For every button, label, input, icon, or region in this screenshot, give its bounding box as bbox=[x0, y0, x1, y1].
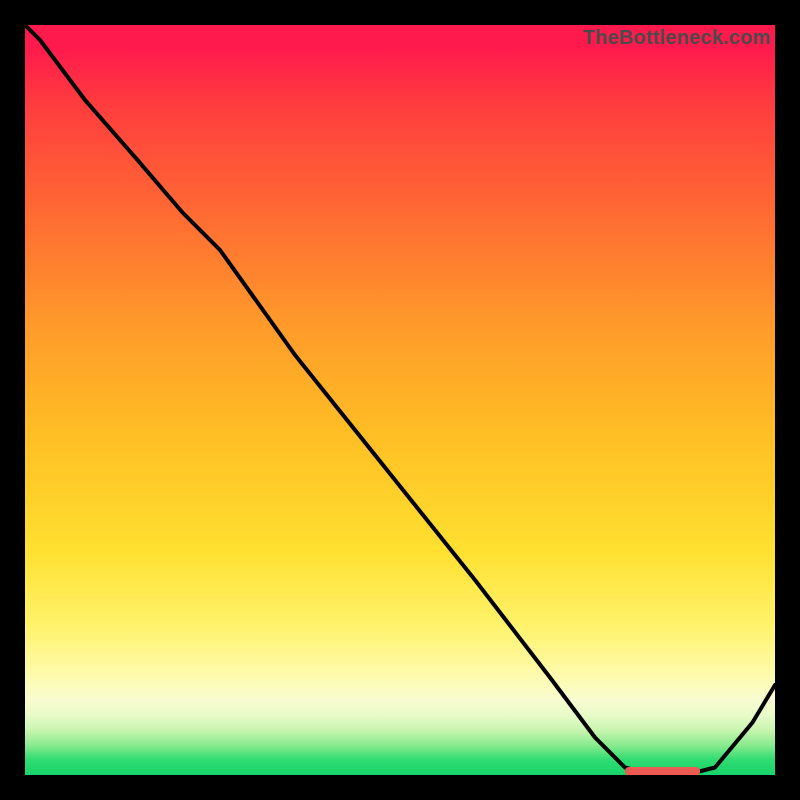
optimal-range-marker bbox=[625, 767, 700, 776]
watermark-text: TheBottleneck.com bbox=[583, 27, 771, 50]
chart-frame: TheBottleneck.com bbox=[25, 25, 775, 775]
plot-area: TheBottleneck.com bbox=[25, 25, 775, 775]
bottleneck-curve bbox=[25, 25, 775, 775]
